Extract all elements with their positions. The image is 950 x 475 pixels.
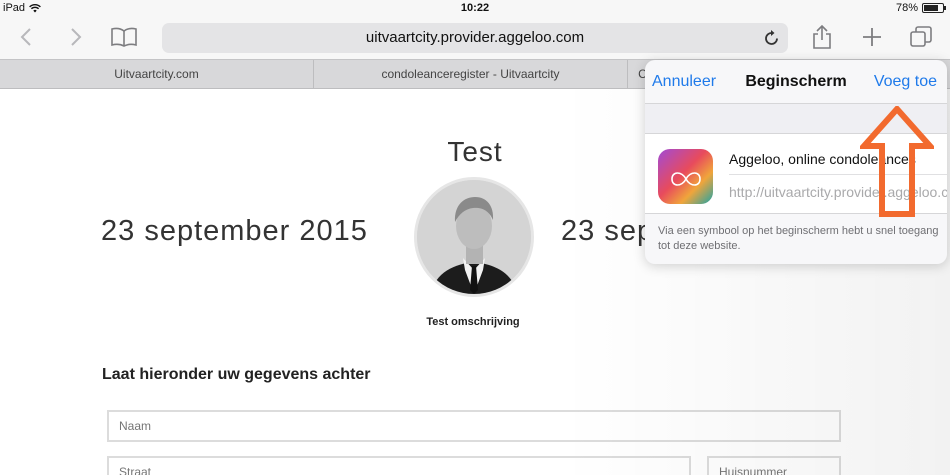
back-button[interactable] [12, 23, 40, 51]
address-bar[interactable]: uitvaartcity.provider.aggeloo.com [162, 23, 788, 53]
chevron-right-icon [71, 28, 82, 46]
plus-icon [863, 28, 881, 46]
new-tab-button[interactable] [858, 23, 886, 51]
name-field[interactable] [107, 410, 841, 442]
house-number-field[interactable] [707, 456, 841, 475]
annotation-arrow-icon [860, 106, 934, 217]
portrait-photo [414, 177, 534, 297]
clock: 10:22 [460, 2, 490, 14]
portrait-caption: Test omschrijving [426, 316, 520, 328]
bookmarks-button[interactable] [110, 23, 138, 51]
tab-condoleanceregister[interactable]: condoleanceregister - Uitvaartcity [314, 60, 628, 88]
street-field[interactable] [107, 456, 691, 475]
status-bar: iPad 10:22 78% [0, 0, 950, 17]
forward-button[interactable] [62, 23, 90, 51]
share-icon [813, 24, 831, 49]
date-left: 23 september 2015 [101, 215, 368, 247]
form-heading: Laat hieronder uw gegevens achter [102, 366, 371, 383]
battery-percent: 78% [895, 2, 918, 14]
url-text: uitvaartcity.provider.aggeloo.com [365, 29, 585, 46]
share-button[interactable] [808, 23, 836, 51]
app-icon [658, 149, 713, 204]
popover-note: Via een symbool op het beginscherm hebt … [658, 225, 939, 252]
portrait-image [417, 180, 531, 294]
browser-toolbar: uitvaartcity.provider.aggeloo.com [0, 17, 950, 59]
popover-header: Annuleer Beginscherm Voeg toe [645, 60, 947, 104]
infinity-icon [671, 172, 701, 186]
chevron-left-icon [20, 28, 31, 46]
book-icon [111, 27, 137, 47]
tabs-icon [910, 26, 932, 47]
date-right: 23 sep [561, 215, 655, 247]
tabs-overview-button[interactable] [907, 23, 935, 51]
add-button[interactable]: Voeg toe [874, 73, 937, 91]
battery-icon [922, 3, 946, 13]
tab-uitvaartcity[interactable]: Uitvaartcity.com [0, 60, 314, 88]
status-right: 78% [895, 2, 946, 14]
reload-icon[interactable] [764, 29, 780, 47]
